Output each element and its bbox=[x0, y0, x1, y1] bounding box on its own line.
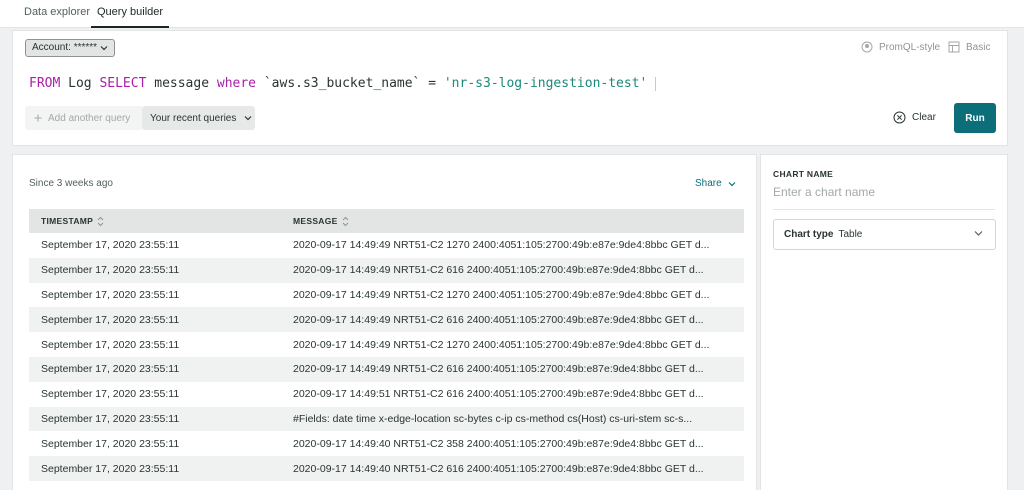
timestamp-cell: September 17, 2020 23:55:11 bbox=[41, 338, 180, 351]
table-row[interactable]: September 17, 2020 23:55:11 #Fields: date… bbox=[29, 406, 744, 432]
chart-settings-panel: CHART NAME Chart type Table bbox=[760, 154, 1008, 490]
recent-queries-dropdown[interactable]: Your recent queries bbox=[142, 106, 255, 130]
chart-name-label: CHART NAME bbox=[773, 169, 834, 179]
timestamp-cell: September 17, 2020 23:55:11 bbox=[41, 264, 180, 277]
chart-name-input[interactable] bbox=[773, 182, 995, 202]
timestamp-cell: September 17, 2020 23:55:11 bbox=[41, 412, 180, 425]
timestamp-cell: September 17, 2020 23:55:11 bbox=[41, 288, 180, 301]
message-cell: 2020-09-17 14:49:49 NRT51-C2 616 2400:40… bbox=[293, 363, 704, 376]
chevron-down-icon bbox=[244, 116, 252, 121]
table-header: TIMESTAMP MESSAGE bbox=[29, 209, 744, 233]
add-another-query-label: Add another query bbox=[48, 112, 131, 124]
message-cell: 2020-09-17 14:49:51 NRT51-C2 616 2400:40… bbox=[293, 388, 704, 401]
timestamp-cell: September 17, 2020 23:55:11 bbox=[41, 388, 180, 401]
chart-type-value: Table bbox=[838, 229, 863, 240]
column-header-timestamp[interactable]: TIMESTAMP bbox=[29, 216, 293, 227]
active-tab-indicator bbox=[91, 26, 169, 28]
share-label: Share bbox=[695, 178, 722, 189]
message-cell: 2020-09-17 14:49:49 NRT51-C2 1270 2400:4… bbox=[293, 239, 710, 252]
table-row[interactable]: September 17, 2020 23:55:11 2020-09-17 14… bbox=[29, 257, 744, 283]
basic-mode-label: Basic bbox=[966, 41, 991, 53]
table-row[interactable]: September 17, 2020 23:55:11 2020-09-17 14… bbox=[29, 233, 744, 258]
basic-mode-toggle[interactable]: Basic bbox=[948, 41, 990, 53]
keyword-from: FROM bbox=[29, 76, 61, 91]
column-header-message[interactable]: MESSAGE bbox=[293, 216, 349, 227]
message-cell: 2020-09-17 14:49:49 NRT51-C2 616 2400:40… bbox=[293, 264, 704, 277]
tab-data-explorer[interactable]: Data explorer bbox=[24, 6, 90, 18]
query-value: 'nr-s3-log-ingestion-test' bbox=[443, 76, 648, 91]
chevron-down-icon bbox=[100, 46, 108, 51]
clear-icon bbox=[893, 111, 906, 124]
text-caret bbox=[655, 76, 657, 91]
nrql-query-editor[interactable]: FROM Log SELECT message where `aws.s3_bu… bbox=[29, 76, 657, 91]
message-cell: 2020-09-17 14:49:49 NRT51-C2 1270 2400:4… bbox=[293, 288, 710, 301]
keyword-where: where bbox=[216, 76, 257, 91]
timestamp-cell: September 17, 2020 23:55:11 bbox=[41, 363, 180, 376]
message-cell: 2020-09-17 14:49:49 NRT51-C2 1270 2400:4… bbox=[293, 338, 710, 351]
table-row[interactable]: September 17, 2020 23:55:11 2020-09-17 14… bbox=[29, 356, 744, 382]
keyword-select: SELECT bbox=[99, 76, 147, 91]
message-cell: 2020-09-17 14:49:40 NRT51-C2 358 2400:40… bbox=[293, 437, 704, 450]
table-row[interactable]: September 17, 2020 23:55:11 2020-09-17 14… bbox=[29, 307, 744, 333]
account-label: Account: ****** bbox=[32, 42, 98, 53]
time-range-label: Since 3 weeks ago bbox=[29, 178, 113, 189]
timestamp-cell: September 17, 2020 23:55:11 bbox=[41, 462, 180, 475]
timestamp-cell: September 17, 2020 23:55:11 bbox=[41, 239, 180, 252]
tab-query-builder[interactable]: Query builder bbox=[97, 6, 163, 18]
clear-label: Clear bbox=[912, 112, 936, 123]
column-header-label: TIMESTAMP bbox=[41, 216, 94, 226]
table-row[interactable]: September 17, 2020 23:55:11 2020-09-17 14… bbox=[29, 431, 744, 456]
plus-icon bbox=[34, 114, 42, 122]
chevron-down-icon bbox=[974, 231, 983, 236]
chart-type-select[interactable]: Chart type Table bbox=[773, 219, 996, 250]
add-another-query-button[interactable]: Add another query bbox=[25, 106, 143, 130]
query-field: message bbox=[146, 76, 217, 91]
basic-icon bbox=[948, 41, 960, 53]
results-panel: Since 3 weeks ago Share TIMESTAMP MESSAG… bbox=[12, 154, 757, 490]
table-row[interactable]: September 17, 2020 23:55:11 2020-09-17 14… bbox=[29, 283, 744, 308]
query-condition: `aws.s3_bucket_name` = bbox=[256, 76, 444, 91]
sort-icon bbox=[342, 216, 348, 226]
message-cell: #Fields: date time x-edge-location sc-by… bbox=[293, 412, 693, 425]
recent-queries-label: Your recent queries bbox=[150, 112, 237, 124]
account-selector[interactable]: Account: ****** bbox=[25, 39, 116, 57]
promql-mode-toggle[interactable]: PromQL-style bbox=[861, 41, 940, 53]
table-body: September 17, 2020 23:55:11 2020-09-17 14… bbox=[29, 233, 744, 481]
divider bbox=[773, 209, 995, 210]
results-table: TIMESTAMP MESSAGE September 17, 2020 23:… bbox=[29, 209, 744, 481]
share-button[interactable]: Share bbox=[695, 178, 736, 189]
top-tab-bar: Data explorer Query builder bbox=[0, 0, 1024, 28]
message-cell: 2020-09-17 14:49:40 NRT51-C2 616 2400:40… bbox=[293, 462, 704, 475]
clear-button[interactable]: Clear bbox=[893, 111, 936, 124]
table-row[interactable]: September 17, 2020 23:55:11 2020-09-17 14… bbox=[29, 382, 744, 407]
chart-type-label: Chart type bbox=[784, 229, 834, 240]
column-header-label: MESSAGE bbox=[293, 216, 338, 226]
query-source: Log bbox=[60, 76, 100, 91]
promql-icon bbox=[861, 41, 873, 53]
table-row[interactable]: September 17, 2020 23:55:11 2020-09-17 14… bbox=[29, 332, 744, 357]
message-cell: 2020-09-17 14:49:49 NRT51-C2 616 2400:40… bbox=[293, 313, 704, 326]
chevron-down-icon bbox=[728, 181, 736, 186]
promql-mode-label: PromQL-style bbox=[879, 41, 941, 53]
timestamp-cell: September 17, 2020 23:55:11 bbox=[41, 313, 180, 326]
table-row[interactable]: September 17, 2020 23:55:11 2020-09-17 14… bbox=[29, 456, 744, 481]
timestamp-cell: September 17, 2020 23:55:11 bbox=[41, 437, 180, 450]
query-panel: Account: ****** PromQL-style Basic FROM … bbox=[12, 30, 1008, 146]
run-button[interactable]: Run bbox=[954, 103, 996, 133]
sort-icon bbox=[97, 216, 104, 226]
